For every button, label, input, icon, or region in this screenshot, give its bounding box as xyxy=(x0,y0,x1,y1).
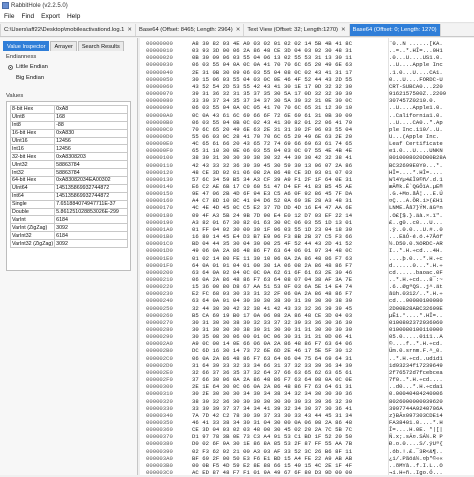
value-type: Single xyxy=(9,199,56,209)
value-type: UInt64 xyxy=(9,183,56,193)
value-row: Int8 -88 xyxy=(9,120,128,130)
little-endian-option[interactable]: Little Endian xyxy=(8,64,48,70)
close-icon[interactable]: ✕ xyxy=(341,27,346,33)
value-type: 64-bit Hex xyxy=(9,176,56,185)
value-type: 16-bit Hex xyxy=(9,128,56,138)
value-cell[interactable]: 58863784 xyxy=(54,160,128,170)
value-type: VarInt32 (ZigZag) xyxy=(9,239,56,249)
inspector-pane: Value Inspector Arrayer Search Results E… xyxy=(0,38,138,475)
tab-label: C:\Users\aff22\Desktop\mobileactivationd… xyxy=(4,27,125,33)
value-cell[interactable]: 0xA8308203​4EA00302 xyxy=(54,176,128,185)
hex-bytes[interactable]: AC ED 87 48 F7 F1 01 9A 49 67 6F 80 D3 9… xyxy=(192,469,389,477)
tab-label: Base64 (Offset: 8465; Length: 2964) xyxy=(139,27,233,33)
tab-search-results[interactable]: Search Results xyxy=(77,41,124,51)
value-cell[interactable]: 12456 xyxy=(54,144,128,154)
value-cell[interactable]: 0xA830 xyxy=(54,128,128,138)
title-bar: RabbitHole (v2.2.5.0) xyxy=(0,0,474,11)
menu-bar: File Find Export Help xyxy=(0,11,474,23)
values-table-box: 8-bit Hex 0xA8 UInt8 168 Int8 -88 16-bit Hex 0x… xyxy=(6,101,131,271)
value-cell[interactable]: 3092 xyxy=(54,239,128,249)
value-row: VarInt32 6184 xyxy=(9,231,128,241)
value-type: VarInt32 xyxy=(9,231,56,241)
close-icon[interactable]: ✕ xyxy=(236,27,241,33)
value-row: UInt32 58863784 xyxy=(9,160,128,170)
value-type: 32-bit Hex xyxy=(9,152,56,162)
value-cell[interactable]: 145135869932744872 xyxy=(54,191,128,201)
menu-file[interactable]: File xyxy=(4,13,14,20)
value-row: VarInt 6184 xyxy=(9,215,128,225)
hex-view[interactable]: 00000000 A8 30 82 03 4E A0 03 02 01 02 02… xyxy=(140,38,474,477)
value-row: 16-bit Hex 0xA830 xyxy=(9,128,128,138)
menu-find[interactable]: Find xyxy=(21,13,34,20)
value-row: Int32 58863784 xyxy=(9,168,128,178)
value-row: VarInt (ZigZag) 3092 xyxy=(9,223,128,233)
value-type: Int32 xyxy=(9,168,56,178)
tab-label: Text View (Offset: 32; Length:1270) xyxy=(247,27,338,33)
value-row: Double 5.8612510288530​26E-299 xyxy=(9,207,128,217)
value-row: 64-bit Hex 0xA8308203​4EA00302 xyxy=(9,176,128,185)
value-type: Int16 xyxy=(9,144,56,154)
value-cell[interactable]: -88 xyxy=(54,120,128,130)
tab-arrayer[interactable]: Arrayer xyxy=(50,41,77,51)
value-row: Single 7.651884074947711E-37 xyxy=(9,199,128,209)
value-cell[interactable]: 168 xyxy=(54,112,128,122)
menu-export[interactable]: Export xyxy=(41,13,60,20)
value-cell[interactable]: 12456 xyxy=(54,136,128,146)
value-cell[interactable]: 145135869932744872 xyxy=(54,183,128,193)
value-cell[interactable]: 0xA8308203 xyxy=(54,152,128,162)
value-cell[interactable]: 6184 xyxy=(54,215,128,225)
value-cell[interactable]: 0xA8 xyxy=(54,105,128,114)
hex-row[interactable]: 000003C0 AC ED 87 48 F7 F1 01 9A 49 67 6F… xyxy=(140,469,469,477)
tab-base64-8465[interactable]: Base64 (Offset: 8465; Length: 2964) ✕ xyxy=(136,24,245,36)
hex-offset[interactable]: 000003C0 xyxy=(140,469,192,477)
close-icon[interactable]: ✕ xyxy=(127,27,132,33)
app-icon xyxy=(2,2,9,9)
value-type: UInt32 xyxy=(9,160,56,170)
values-label: Values xyxy=(6,93,24,99)
value-type: VarInt (ZigZag) xyxy=(9,223,56,233)
value-row: VarInt32 (ZigZag) 3092 xyxy=(9,239,128,249)
value-type: UInt16 xyxy=(9,136,56,146)
value-row: Int16 12456 xyxy=(9,144,128,154)
values-table: 8-bit Hex 0xA8 UInt8 168 Int8 -88 16-bit Hex 0x… xyxy=(9,105,128,249)
big-endian-label: Big Endian xyxy=(16,75,45,81)
document-tab-bar: C:\Users\aff22\Desktop\mobileactivationd… xyxy=(0,24,474,37)
value-row: 8-bit Hex 0xA8 xyxy=(9,105,128,114)
tab-value-inspector[interactable]: Value Inspector xyxy=(3,41,50,51)
value-type: Int8 xyxy=(9,120,56,130)
window-title: RabbitHole (v2.2.5.0) xyxy=(11,2,68,9)
value-row: 32-bit Hex 0xA8308203 xyxy=(9,152,128,162)
value-cell[interactable]: 7.651884074947711E-37 xyxy=(54,199,128,209)
tab-log-file[interactable]: C:\Users\aff22\Desktop\mobileactivationd… xyxy=(0,24,137,36)
tab-text-view[interactable]: Text View (Offset: 32; Length:1270) ✕ xyxy=(244,24,350,36)
menu-help[interactable]: Help xyxy=(67,13,80,20)
tab-label: Base64 (Offset: 0; Length: 1270) xyxy=(352,27,437,33)
big-endian-option[interactable]: Big Endian xyxy=(8,75,44,81)
inspector-tabs: Value Inspector Arrayer Search Results xyxy=(3,41,125,51)
value-type: Double xyxy=(9,207,56,217)
little-endian-label: Little Endian xyxy=(16,64,48,70)
value-type: Int64 xyxy=(9,191,56,201)
value-row: UInt64 145135869932744872 xyxy=(9,183,128,193)
value-row: UInt8 168 xyxy=(9,112,128,122)
value-cell[interactable]: 5.8612510288530​26E-299 xyxy=(54,207,128,217)
value-cell[interactable]: 3092 xyxy=(54,223,128,233)
value-cell[interactable]: 6184 xyxy=(54,231,128,241)
radio-selected-icon[interactable] xyxy=(8,64,13,70)
tab-base64-0[interactable]: Base64 (Offset: 0; Length: 1270) xyxy=(349,24,441,36)
value-cell[interactable]: 58863784 xyxy=(54,168,128,178)
ascii-text[interactable]: ¬í.H÷ñ..Igo.Ó... xyxy=(389,469,469,477)
value-row: UInt16 12456 xyxy=(9,136,128,146)
endianness-label: Endianness xyxy=(6,54,37,60)
value-type: 8-bit Hex xyxy=(9,105,56,114)
value-row: Int64 145135869932744872 xyxy=(9,191,128,201)
value-type: VarInt xyxy=(9,215,56,225)
value-type: UInt8 xyxy=(9,112,56,122)
